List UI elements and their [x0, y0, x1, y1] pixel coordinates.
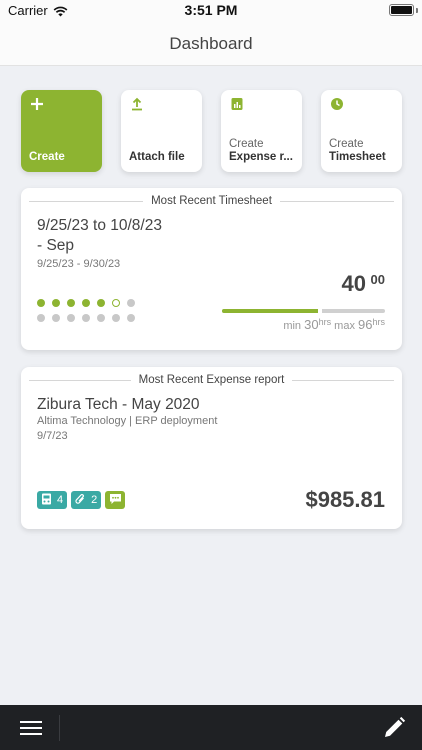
day-dot	[52, 299, 60, 307]
expense-subtitle: Altima Technology | ERP deployment	[37, 415, 218, 427]
min-unit: hrs	[318, 317, 332, 327]
clock: 3:51 PM	[184, 2, 238, 18]
timesheet-title-line1: 9/25/23 to 10/8/23	[37, 217, 162, 234]
nav-bar: Dashboard	[0, 22, 422, 66]
comments-badge	[105, 491, 126, 509]
hours-progress-bar	[222, 308, 385, 314]
card-header: Most Recent Expense report	[29, 373, 394, 387]
day-dot	[67, 299, 75, 307]
create-timesheet-button[interactable]: Create Timesheet	[321, 90, 402, 172]
clock-icon	[330, 97, 344, 116]
create-expense-line2: Expense r...	[229, 151, 293, 163]
attachments-count: 2	[91, 494, 98, 506]
recent-expense-card[interactable]: Most Recent Expense report Zibura Tech -…	[21, 367, 402, 529]
max-unit: hrs	[372, 317, 385, 327]
day-dot	[127, 299, 135, 307]
expense-title: Zibura Tech - May 2020	[37, 396, 200, 413]
recent-timesheet-card[interactable]: Most Recent Timesheet 9/25/23 to 10/8/23…	[21, 188, 402, 350]
timesheet-hours-fraction: 00	[370, 272, 385, 287]
action-tiles: Create Attach file Create Expense r... C…	[21, 90, 402, 172]
bottom-toolbar	[0, 705, 422, 750]
day-dot	[37, 314, 45, 322]
expense-amount: $985.81	[305, 487, 385, 512]
day-dot	[37, 299, 45, 307]
max-label: max	[334, 320, 355, 332]
timesheet-title-line2: - Sep	[37, 237, 75, 254]
page-title: Dashboard	[169, 33, 253, 53]
day-dot	[127, 314, 135, 322]
create-expense-line1: Create	[229, 138, 264, 150]
pencil-icon	[385, 716, 406, 737]
upload-icon	[130, 97, 144, 116]
day-dot	[97, 299, 105, 307]
edit-button[interactable]	[382, 716, 406, 740]
create-button[interactable]: Create	[21, 90, 102, 172]
card-header: Most Recent Timesheet	[29, 194, 394, 208]
min-hours-marker	[318, 308, 323, 314]
day-dot	[52, 314, 60, 322]
day-dot	[112, 314, 120, 322]
attach-file-button[interactable]: Attach file	[121, 90, 202, 172]
create-timesheet-line1: Create	[329, 138, 364, 150]
timesheet-title: 9/25/23 to 10/8/23 - Sep	[37, 216, 162, 256]
attach-file-label: Attach file	[129, 151, 185, 163]
min-value: 30	[304, 317, 319, 332]
timesheet-hours: 40	[341, 271, 366, 296]
status-bar: Carrier 3:51 PM	[0, 0, 422, 22]
timesheet-range: 9/25/23 - 9/30/23	[37, 258, 121, 270]
receipts-count: 4	[57, 494, 64, 506]
expense-date: 9/7/23	[37, 430, 68, 442]
menu-button[interactable]	[20, 719, 42, 737]
hours-min-max: min 30hrs max 96hrs	[283, 317, 385, 332]
paperclip-icon	[75, 493, 86, 508]
comment-icon	[109, 493, 122, 508]
max-value: 96	[358, 317, 373, 332]
day-dot	[112, 299, 120, 307]
expense-header: Most Recent Expense report	[138, 374, 285, 386]
day-dot	[97, 314, 105, 322]
toolbar-divider	[59, 715, 60, 741]
timesheet-header: Most Recent Timesheet	[151, 195, 272, 207]
day-dot	[82, 299, 90, 307]
create-label: Create	[29, 151, 65, 163]
battery-cap	[416, 8, 418, 13]
hamburger-menu-icon	[20, 721, 42, 735]
create-expense-report-button[interactable]: Create Expense r...	[221, 90, 302, 172]
create-timesheet-line2: Timesheet	[329, 151, 386, 163]
battery-icon	[389, 4, 414, 16]
plus-icon	[30, 97, 44, 116]
receipts-badge: 4	[37, 491, 68, 509]
expense-badges: 4 2	[37, 491, 126, 509]
min-label: min	[283, 320, 302, 332]
attachments-badge: 2	[71, 491, 102, 509]
day-status-dots	[37, 299, 142, 327]
hours-progress-fill	[222, 309, 322, 313]
day-dot	[67, 314, 75, 322]
receipt-icon	[41, 493, 52, 508]
report-chart-icon	[230, 97, 244, 116]
day-dot	[82, 314, 90, 322]
